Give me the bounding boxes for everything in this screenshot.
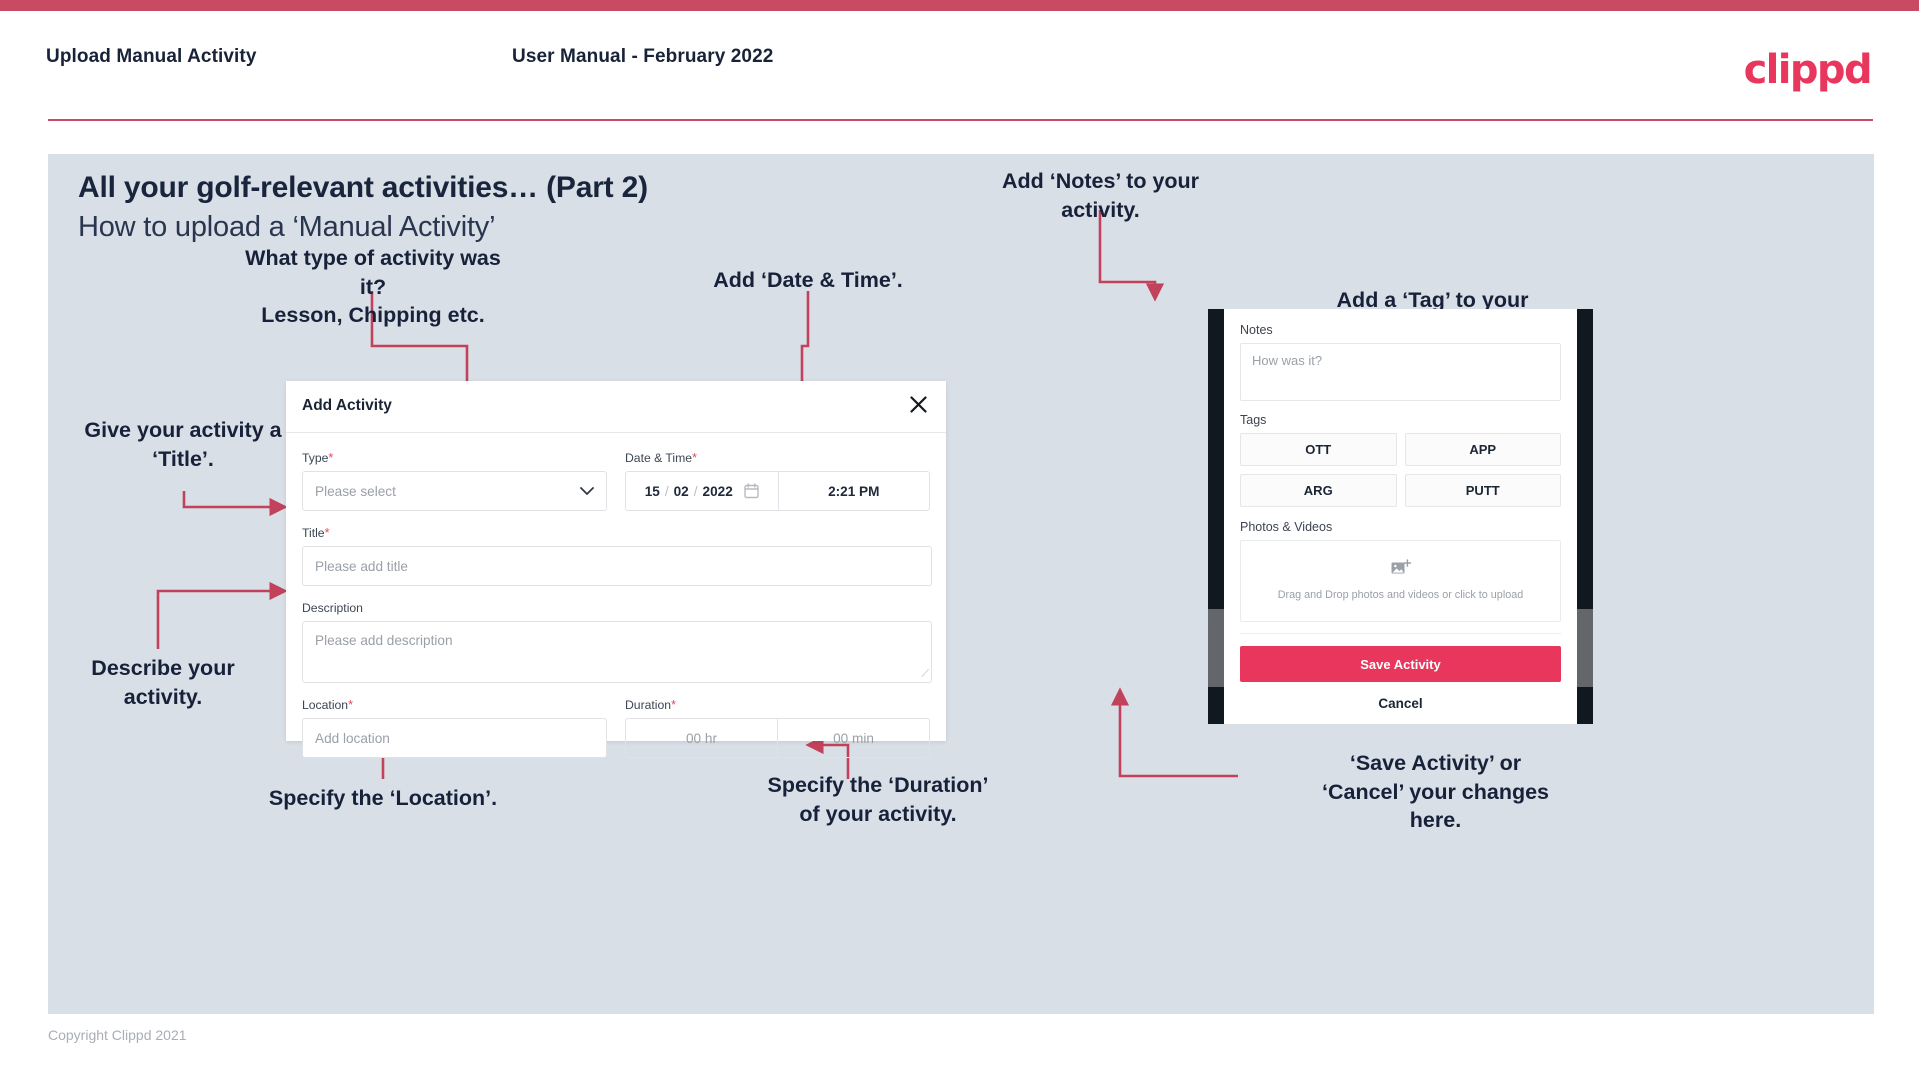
location-input[interactable]: Add location bbox=[302, 718, 607, 758]
field-label-description: Description bbox=[302, 601, 930, 615]
header-divider bbox=[48, 119, 1873, 121]
tag-putt[interactable]: PUTT bbox=[1404, 474, 1561, 507]
field-title: Title* Please add title bbox=[302, 526, 932, 586]
modal-body: Type* Please select Date & Time* 15 / 02… bbox=[286, 433, 946, 758]
phone-bezel-right bbox=[1577, 309, 1593, 724]
datetime-input-group: 15 / 02 / 2022 2:21 PM bbox=[625, 471, 930, 511]
cancel-button[interactable]: Cancel bbox=[1240, 696, 1561, 711]
photo-dropzone[interactable]: Drag and Drop photos and videos or click… bbox=[1240, 540, 1561, 622]
tag-ott[interactable]: OTT bbox=[1240, 433, 1397, 466]
field-label-duration: Duration* bbox=[625, 698, 930, 712]
header-left-title: Upload Manual Activity bbox=[46, 46, 257, 67]
dropzone-text: Drag and Drop photos and videos or click… bbox=[1277, 589, 1524, 601]
slide-title: All your golf-relevant activities… (Part… bbox=[78, 171, 648, 204]
tag-app[interactable]: APP bbox=[1404, 433, 1561, 466]
date-separator-1: / bbox=[664, 483, 669, 499]
required-marker: * bbox=[348, 698, 353, 712]
footer-copyright: Copyright Clippd 2021 bbox=[48, 1027, 187, 1043]
field-label-type: Type* bbox=[302, 451, 607, 465]
modal-title: Add Activity bbox=[302, 397, 392, 414]
annotation-description: Describe your activity. bbox=[91, 656, 235, 709]
slide-subtitle: How to upload a ‘Manual Activity’ bbox=[78, 211, 496, 243]
date-year: 2022 bbox=[702, 483, 733, 499]
label-text: Title bbox=[302, 526, 325, 540]
annotation-location: Specify the ‘Location’. bbox=[268, 786, 498, 810]
date-day: 15 bbox=[644, 483, 660, 499]
annotation-save: ‘Save Activity’ or ‘Cancel’ your changes… bbox=[1321, 751, 1550, 832]
required-marker: * bbox=[671, 698, 676, 712]
field-datetime: Date & Time* 15 / 02 / 2022 2:21 PM bbox=[625, 451, 930, 511]
phone-mockup: Notes How was it? Tags OTT APP ARG PUTT … bbox=[1208, 309, 1593, 724]
title-input[interactable]: Please add title bbox=[302, 546, 932, 586]
date-input[interactable]: 15 / 02 / 2022 bbox=[626, 472, 778, 510]
add-image-icon bbox=[1391, 559, 1411, 582]
time-input[interactable]: 2:21 PM bbox=[777, 472, 930, 510]
chevron-down-icon bbox=[580, 484, 594, 499]
clippd-logo: clippd bbox=[1743, 47, 1873, 93]
phone-button-left bbox=[1208, 609, 1224, 687]
label-text: Duration bbox=[625, 698, 672, 712]
slide-content: All your golf-relevant activities… (Part… bbox=[48, 154, 1874, 1014]
description-textarea[interactable]: Please add description ⟋ bbox=[302, 621, 932, 683]
phone-screen: Notes How was it? Tags OTT APP ARG PUTT … bbox=[1224, 309, 1577, 724]
field-type: Type* Please select bbox=[302, 451, 607, 511]
notes-label: Notes bbox=[1240, 323, 1273, 337]
field-duration: Duration* 00 hr 00 min bbox=[625, 698, 930, 758]
required-marker: * bbox=[692, 451, 697, 465]
description-placeholder: Please add description bbox=[315, 633, 453, 648]
label-text: Type bbox=[302, 451, 329, 465]
add-activity-modal: Add Activity Type* Please select Date & … bbox=[286, 381, 946, 758]
annotation-datetime: Add ‘Date & Time’. bbox=[713, 268, 903, 292]
type-select[interactable]: Please select bbox=[302, 471, 607, 511]
label-text: Description bbox=[302, 601, 363, 615]
duration-hours-input[interactable]: 00 hr bbox=[626, 719, 777, 757]
annotation-duration: Specify the ‘Duration’ of your activity. bbox=[767, 773, 989, 826]
photos-label: Photos & Videos bbox=[1240, 520, 1333, 534]
notes-input[interactable]: How was it? bbox=[1240, 343, 1561, 401]
row-type-datetime: Type* Please select Date & Time* 15 / 02… bbox=[302, 451, 930, 511]
duration-input-group: 00 hr 00 min bbox=[625, 718, 930, 758]
label-text: Date & Time bbox=[625, 451, 693, 465]
tags-grid: OTT APP ARG PUTT bbox=[1240, 433, 1561, 507]
field-location: Location* Add location bbox=[302, 698, 607, 758]
modal-header: Add Activity bbox=[286, 381, 946, 433]
date-month: 02 bbox=[673, 483, 689, 499]
field-label-title: Title* bbox=[302, 526, 930, 540]
top-accent-bar bbox=[0, 0, 1919, 11]
date-separator-2: / bbox=[693, 483, 698, 499]
slide-page: Upload Manual Activity User Manual - Feb… bbox=[0, 0, 1919, 1079]
phone-button-right bbox=[1577, 609, 1593, 687]
field-label-datetime: Date & Time* bbox=[625, 451, 930, 465]
phone-bezel-left bbox=[1208, 309, 1224, 724]
page-header: Upload Manual Activity User Manual - Feb… bbox=[0, 11, 1919, 126]
header-center-title: User Manual - February 2022 bbox=[512, 46, 774, 67]
tags-label: Tags bbox=[1240, 413, 1267, 427]
duration-minutes-input[interactable]: 00 min bbox=[777, 719, 929, 757]
save-activity-button[interactable]: Save Activity bbox=[1240, 646, 1561, 682]
required-marker: * bbox=[324, 526, 330, 540]
annotation-title: Give your activity a ‘Title’. bbox=[84, 418, 282, 471]
annotation-notes: Add ‘Notes’ to your activity. bbox=[1001, 169, 1200, 222]
annotation-type: What type of activity was it? Lesson, Ch… bbox=[245, 246, 501, 327]
row-location-duration: Location* Add location Duration* 00 hr 0… bbox=[302, 698, 930, 758]
field-description: Description Please add description ⟋ bbox=[302, 601, 932, 683]
required-marker: * bbox=[328, 451, 334, 465]
calendar-icon[interactable] bbox=[744, 483, 759, 499]
phone-divider bbox=[1240, 633, 1561, 634]
field-label-location: Location* bbox=[302, 698, 607, 712]
close-icon[interactable] bbox=[905, 391, 931, 417]
label-text: Location bbox=[302, 698, 349, 712]
tag-arg[interactable]: ARG bbox=[1240, 474, 1397, 507]
type-placeholder: Please select bbox=[315, 483, 396, 499]
resize-handle-icon[interactable]: ⟋ bbox=[921, 668, 929, 681]
